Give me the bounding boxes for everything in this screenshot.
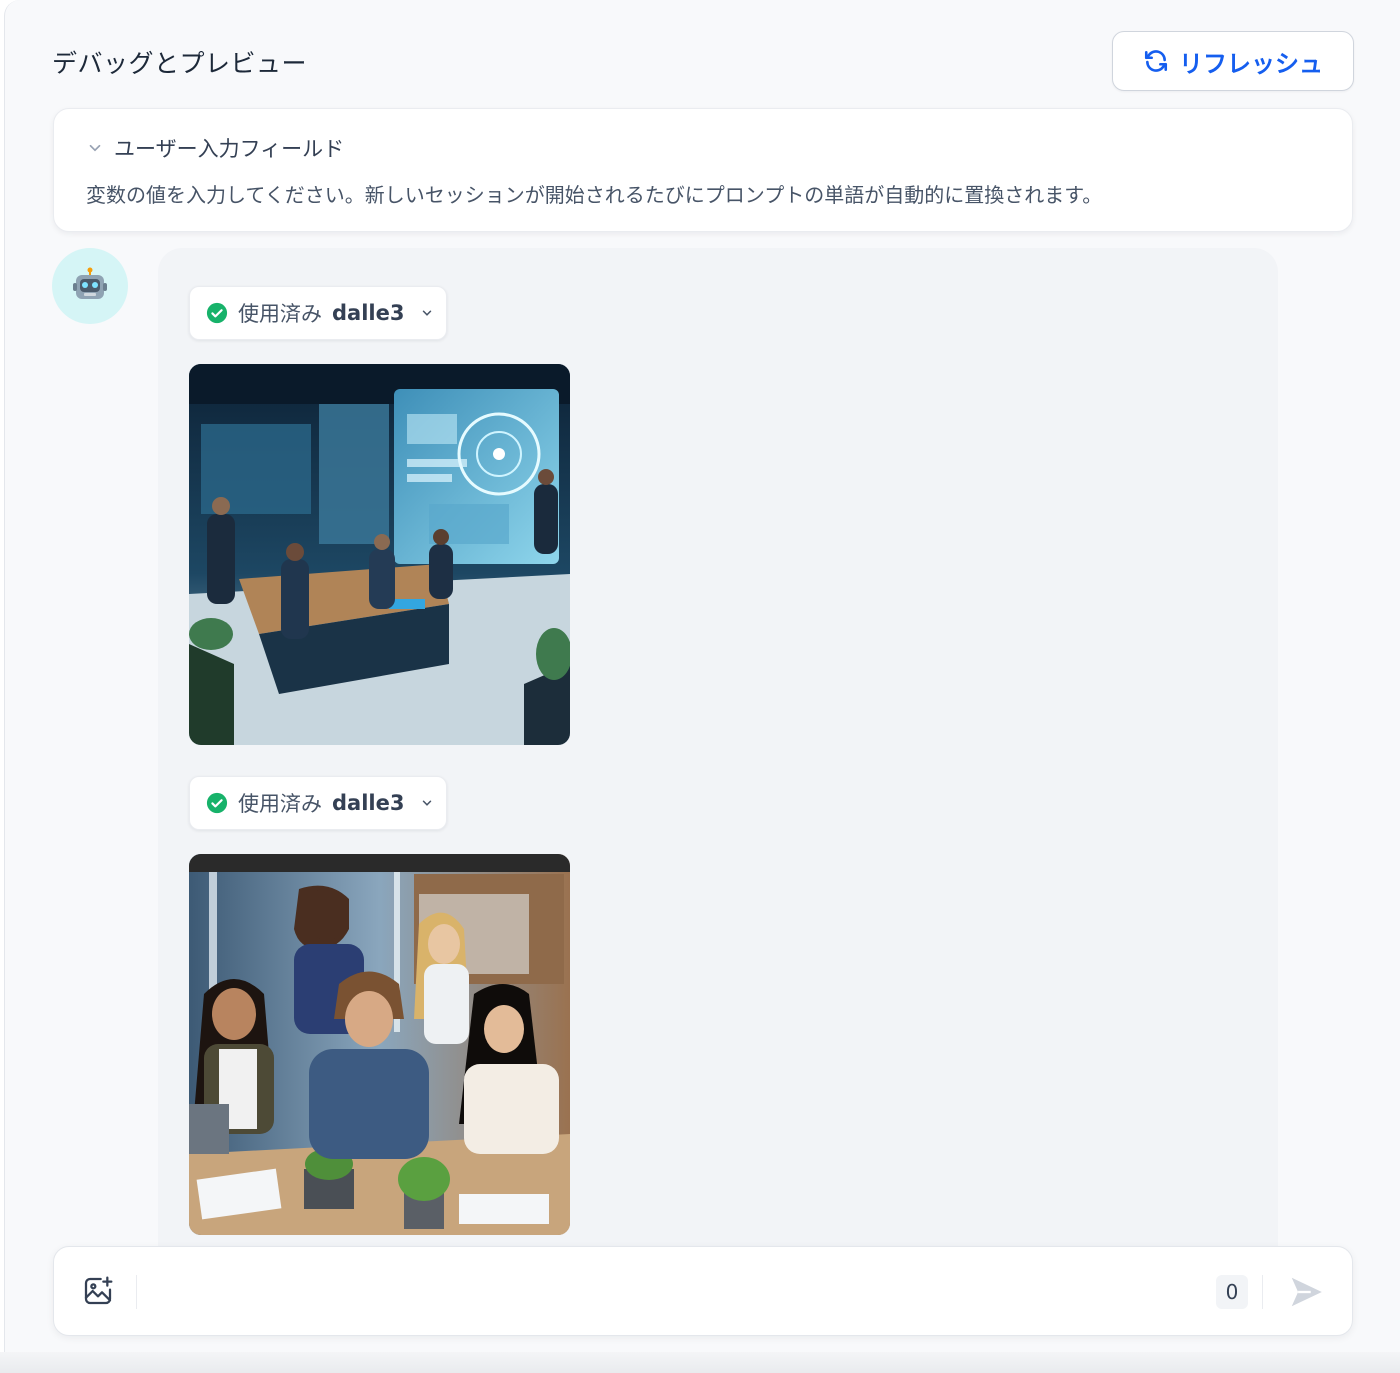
send-icon[interactable]: [1286, 1273, 1326, 1311]
user-input-toggle[interactable]: ユーザー入力フィールド: [86, 133, 344, 163]
message-input[interactable]: [146, 1267, 1196, 1317]
divider: [136, 1275, 137, 1309]
token-count-badge: 0: [1216, 1275, 1248, 1309]
chat-composer: 0: [53, 1246, 1353, 1336]
tool-status: 使用済み: [238, 302, 322, 326]
tool-status: 使用済み: [238, 792, 322, 816]
refresh-button[interactable]: リフレッシュ: [1112, 31, 1354, 91]
user-input-toggle-label: ユーザー入力フィールド: [114, 137, 345, 161]
image-upload-icon[interactable]: [82, 1275, 114, 1307]
robot-icon: [73, 267, 107, 299]
chevron-down-icon: [89, 144, 101, 152]
generated-image-team-meeting[interactable]: [189, 854, 570, 1235]
user-input-card: ユーザー入力フィールド 変数の値を入力してください。新しいセッションが開始される…: [53, 108, 1353, 232]
window-bottom-edge: [0, 1352, 1400, 1373]
tool-call-chip[interactable]: 使用済み dalle3: [189, 286, 447, 340]
tool-name: dalle3: [332, 791, 405, 815]
page-title: デバッグとプレビュー: [52, 49, 308, 78]
user-input-description: 変数の値を入力してください。新しいセッションが開始されるたびにプロンプトの単語が…: [86, 183, 1103, 207]
check-circle-icon: [206, 792, 228, 814]
refresh-label: リフレッシュ: [1179, 49, 1323, 78]
tool-name: dalle3: [332, 301, 405, 325]
tool-call-chip[interactable]: 使用済み dalle3: [189, 776, 447, 830]
divider: [1262, 1275, 1263, 1309]
generated-image-office-futuristic[interactable]: [189, 364, 570, 745]
refresh-icon: [1144, 50, 1168, 72]
bot-avatar: [52, 248, 128, 324]
check-circle-icon: [206, 302, 228, 324]
chevron-down-icon: [423, 310, 432, 316]
chevron-down-icon: [423, 800, 432, 806]
